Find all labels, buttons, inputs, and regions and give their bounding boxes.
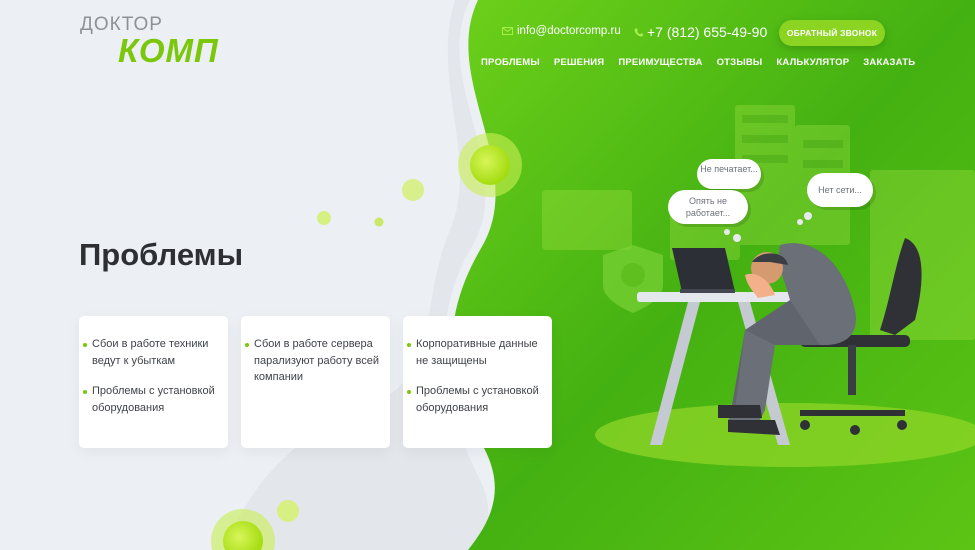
problem-list: Сбои в работе сервера парализуют работу … bbox=[241, 316, 390, 386]
bullet-dot bbox=[407, 343, 411, 347]
problem-item: Сбои в работе сервера парализуют работу … bbox=[245, 336, 382, 386]
problem-list: Сбои в работе техники ведут к убыткам Пр… bbox=[79, 316, 228, 416]
speech-bubble-text: Нет сети... bbox=[818, 185, 862, 195]
mail-icon bbox=[502, 27, 513, 35]
speech-bubble: Не печатает... bbox=[697, 159, 761, 189]
background-illustration bbox=[211, 0, 975, 550]
problem-item: Проблемы с установкой оборудования bbox=[407, 383, 544, 416]
problem-card: Корпоративные данные не защищены Проблем… bbox=[403, 316, 552, 448]
bullet-dot bbox=[245, 343, 249, 347]
problem-card: Сбои в работе техники ведут к убыткам Пр… bbox=[79, 316, 228, 448]
logo[interactable]: ДОКТОР КОМП bbox=[80, 14, 219, 69]
nav-item-reviews[interactable]: ОТЗЫВЫ bbox=[717, 57, 763, 68]
nav-item-problems[interactable]: ПРОБЛЕМЫ bbox=[481, 57, 540, 68]
header-phone[interactable]: +7 (812) 655-49-90 bbox=[634, 24, 767, 40]
bullet-dot bbox=[407, 390, 411, 394]
problem-text: Проблемы с установкой оборудования bbox=[92, 385, 215, 414]
nav-item-calculator[interactable]: КАЛЬКУЛЯТОР bbox=[776, 57, 849, 68]
phone-number[interactable]: +7 (812) 655-49-90 bbox=[647, 24, 767, 40]
main-nav: ПРОБЛЕМЫ РЕШЕНИЯ ПРЕИМУЩЕСТВА ОТЗЫВЫ КАЛ… bbox=[481, 57, 915, 68]
problem-card: Сбои в работе сервера парализуют работу … bbox=[241, 316, 390, 448]
nav-item-order[interactable]: ЗАКАЗАТЬ bbox=[863, 57, 915, 68]
problem-text: Сбои в работе сервера парализуют работу … bbox=[254, 338, 380, 383]
speech-bubble-text: Не печатает... bbox=[700, 164, 758, 174]
speech-bubble-text: Опять не работает... bbox=[685, 196, 731, 218]
problem-text: Проблемы с установкой оборудования bbox=[416, 385, 539, 414]
callback-button[interactable]: ОБРАТНЫЙ ЗВОНОК bbox=[779, 20, 885, 46]
bullet-dot bbox=[83, 343, 87, 347]
speech-bubble: Опять не работает... bbox=[668, 190, 748, 224]
email-link[interactable]: info@doctorcomp.ru bbox=[517, 25, 621, 37]
page-title: Проблемы bbox=[79, 237, 244, 272]
logo-main-text: КОМП bbox=[118, 32, 219, 69]
problem-item: Корпоративные данные не защищены bbox=[407, 336, 544, 369]
problem-item: Проблемы с установкой оборудования bbox=[83, 383, 220, 416]
bullet-dot bbox=[83, 390, 87, 394]
problem-list: Корпоративные данные не защищены Проблем… bbox=[403, 316, 552, 416]
problem-item: Сбои в работе техники ведут к убыткам bbox=[83, 336, 220, 369]
speech-bubble: Нет сети... bbox=[807, 173, 873, 207]
phone-icon bbox=[634, 27, 644, 37]
problem-text: Корпоративные данные не защищены bbox=[416, 338, 538, 367]
problem-text: Сбои в работе техники ведут к убыткам bbox=[92, 338, 209, 367]
nav-item-solutions[interactable]: РЕШЕНИЯ bbox=[554, 57, 604, 68]
header-email[interactable]: info@doctorcomp.ru bbox=[502, 25, 621, 37]
nav-item-advantages[interactable]: ПРЕИМУЩЕСТВА bbox=[618, 57, 702, 68]
